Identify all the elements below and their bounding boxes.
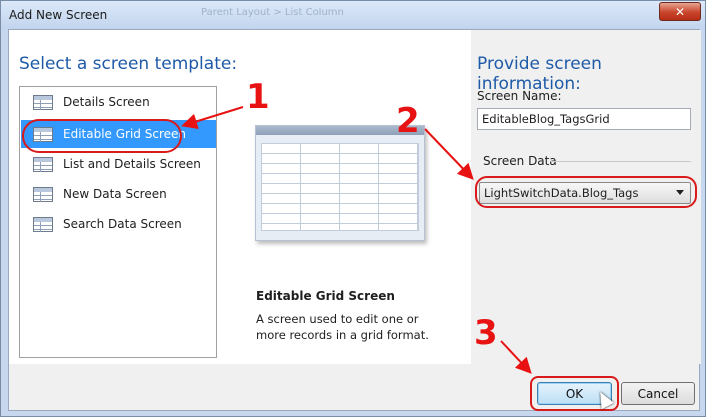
arrow-step-2 [424, 128, 474, 180]
add-new-screen-dialog: Add New Screen Parent Layout > List Colu… [0, 0, 706, 417]
annotation-arrows [181, 106, 532, 374]
arrow-step-1 [181, 106, 244, 130]
arrow-step-3 [500, 340, 532, 374]
